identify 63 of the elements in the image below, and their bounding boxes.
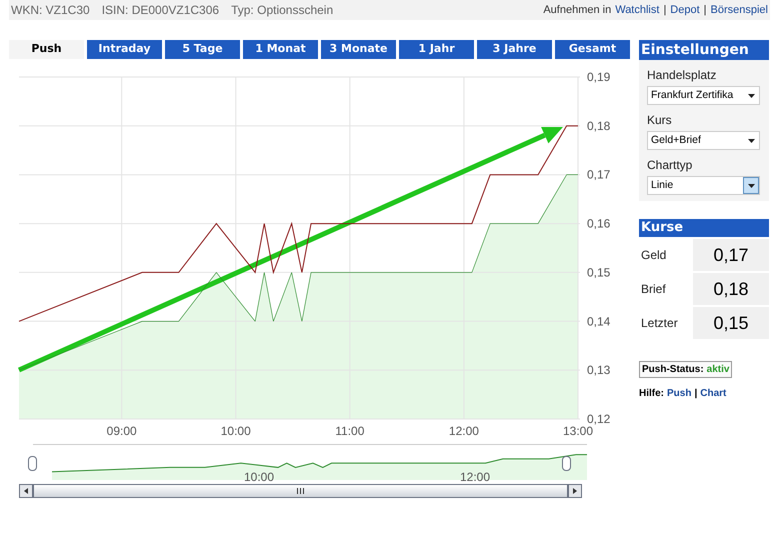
- period-tab[interactable]: 3 Jahre: [477, 40, 552, 59]
- y-axis-label: 0,15: [587, 265, 610, 280]
- instrument-fact: Typ: Optionsschein: [231, 2, 334, 19]
- navigator-time-label: 10:00: [244, 469, 274, 486]
- setting-label: Handelsplatz: [647, 67, 718, 84]
- dropdown-caret-icon: [748, 184, 754, 188]
- right-arrow-icon: [573, 488, 577, 494]
- period-tab[interactable]: Intraday: [87, 40, 162, 59]
- push-status-label: Push-Status:: [642, 363, 704, 377]
- add-label: Aufnehmen in: [543, 2, 612, 18]
- separator: |: [663, 2, 666, 18]
- x-axis-label: 11:00: [335, 424, 364, 438]
- period-tab[interactable]: 5 Tage: [165, 40, 240, 59]
- instrument-fact: ISIN: DE000VZ1C306: [102, 2, 220, 19]
- quote-value: 0,18: [693, 273, 769, 305]
- period-tab[interactable]: Push: [9, 40, 84, 59]
- help-label: Hilfe:: [639, 387, 664, 401]
- scrollbar-thumb[interactable]: [33, 484, 568, 498]
- help-link[interactable]: Push: [667, 386, 692, 401]
- quote-value: 0,17: [693, 239, 769, 271]
- y-axis-label: 0,12: [587, 412, 610, 426]
- range-handle[interactable]: [562, 456, 571, 471]
- setting-label: Kurs: [647, 112, 673, 129]
- y-axis-label: 0,13: [587, 363, 610, 378]
- help-link[interactable]: Chart: [700, 386, 726, 401]
- scroll-left-button[interactable]: [19, 484, 33, 498]
- period-tab[interactable]: 3 Monate: [321, 40, 396, 59]
- header-link[interactable]: Watchlist: [615, 2, 660, 18]
- quote-value: 0,15: [693, 307, 769, 339]
- header-link[interactable]: Depot: [670, 2, 700, 18]
- x-axis-label: 12:00: [448, 424, 479, 438]
- grip-icon: [297, 488, 304, 494]
- dropdown-field[interactable]: Frankfurt Zertifika: [647, 86, 760, 105]
- quote-label: Geld: [640, 247, 668, 264]
- y-axis-label: 0,17: [587, 168, 610, 182]
- setting-label: Charttyp: [647, 157, 694, 174]
- dropdown-caret-icon: [748, 94, 754, 98]
- push-status-value: aktiv: [706, 363, 730, 377]
- instrument-fact: WKN: VZ1C30: [11, 2, 90, 19]
- period-tab[interactable]: 1 Jahr: [399, 40, 474, 59]
- scroll-right-button[interactable]: [568, 484, 582, 498]
- x-axis-label: 10:00: [220, 424, 251, 438]
- panel-title: Kurse: [639, 219, 769, 237]
- y-axis-label: 0,19: [587, 70, 610, 84]
- separator: |: [694, 387, 698, 401]
- dropdown-caret-icon: [748, 138, 754, 142]
- x-axis-label: 13:00: [562, 424, 594, 438]
- range-handle[interactable]: [28, 456, 37, 471]
- y-axis-label: 0,14: [587, 314, 610, 328]
- y-axis-label: 0,18: [587, 118, 610, 133]
- x-axis-label: 09:00: [106, 424, 137, 438]
- quote-label: Brief: [640, 281, 667, 298]
- quote-label: Letzter: [640, 315, 679, 332]
- navigator-time-label: 12:00: [460, 469, 490, 486]
- dropdown-field[interactable]: Geld+Brief: [647, 131, 760, 150]
- separator: |: [704, 2, 707, 18]
- y-axis-label: 0,16: [587, 216, 610, 231]
- period-tab[interactable]: 1 Monat: [243, 40, 318, 59]
- header-link[interactable]: Börsenspiel: [710, 2, 768, 18]
- panel-title: Einstellungen: [639, 40, 769, 60]
- dropdown-field[interactable]: Linie: [647, 176, 760, 195]
- left-arrow-icon: [24, 488, 28, 494]
- period-tab[interactable]: Gesamt: [555, 40, 630, 59]
